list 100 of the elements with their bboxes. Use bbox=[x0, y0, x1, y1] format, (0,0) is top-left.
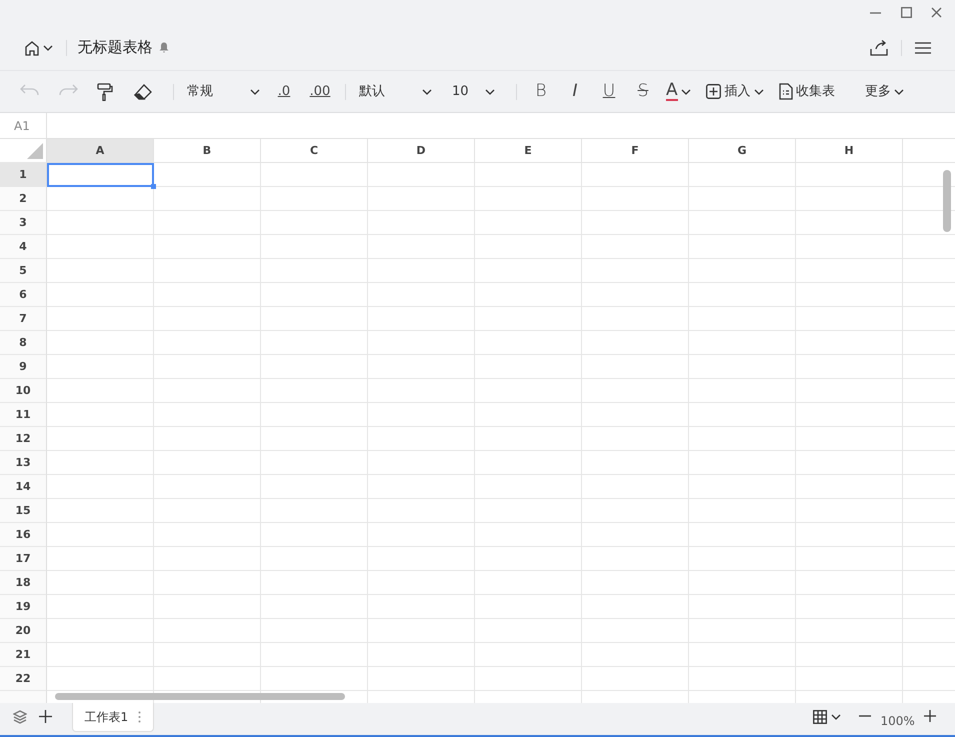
table-cell[interactable] bbox=[475, 499, 582, 523]
table-cell[interactable] bbox=[475, 475, 582, 499]
underline-button[interactable]: U bbox=[592, 83, 626, 100]
table-cell[interactable] bbox=[154, 619, 261, 643]
table-cell[interactable] bbox=[689, 499, 796, 523]
table-cell[interactable] bbox=[796, 163, 903, 187]
table-cell[interactable] bbox=[368, 475, 475, 499]
table-cell[interactable] bbox=[582, 523, 689, 547]
row-header[interactable]: 6 bbox=[0, 283, 47, 307]
table-cell[interactable] bbox=[689, 187, 796, 211]
table-cell[interactable] bbox=[689, 379, 796, 403]
table-cell[interactable] bbox=[47, 211, 154, 235]
table-cell[interactable] bbox=[154, 331, 261, 355]
table-cell[interactable] bbox=[475, 283, 582, 307]
table-cell[interactable] bbox=[796, 571, 903, 595]
table-cell[interactable] bbox=[796, 187, 903, 211]
table-cell[interactable] bbox=[261, 451, 368, 475]
table-cell[interactable] bbox=[582, 403, 689, 427]
table-cell[interactable] bbox=[368, 187, 475, 211]
table-cell[interactable] bbox=[154, 163, 261, 187]
table-cell[interactable] bbox=[154, 379, 261, 403]
table-cell[interactable] bbox=[261, 331, 368, 355]
row-header[interactable]: 4 bbox=[0, 235, 47, 259]
table-cell[interactable] bbox=[368, 523, 475, 547]
table-cell[interactable] bbox=[368, 379, 475, 403]
table-cell[interactable] bbox=[261, 211, 368, 235]
select-all-icon[interactable] bbox=[27, 143, 43, 159]
dropdown[interactable]: 常规 bbox=[181, 80, 266, 104]
table-cell[interactable] bbox=[689, 667, 796, 691]
table-cell[interactable] bbox=[154, 643, 261, 667]
table-cell[interactable] bbox=[475, 307, 582, 331]
table-cell[interactable] bbox=[475, 187, 582, 211]
table-cell[interactable] bbox=[582, 331, 689, 355]
table-cell[interactable] bbox=[368, 451, 475, 475]
table-cell[interactable] bbox=[154, 547, 261, 571]
row-header[interactable]: 11 bbox=[0, 403, 47, 427]
table-cell[interactable] bbox=[689, 523, 796, 547]
table-cell[interactable] bbox=[475, 619, 582, 643]
strikethrough-button[interactable]: S bbox=[626, 83, 660, 100]
table-cell[interactable] bbox=[796, 595, 903, 619]
table-cell[interactable] bbox=[47, 595, 154, 619]
table-cell[interactable] bbox=[475, 427, 582, 451]
table-cell[interactable] bbox=[47, 475, 154, 499]
table-cell[interactable] bbox=[475, 379, 582, 403]
table-cell[interactable] bbox=[368, 283, 475, 307]
table-cell[interactable] bbox=[47, 403, 154, 427]
table-cell[interactable] bbox=[47, 643, 154, 667]
row-header[interactable]: 15 bbox=[0, 499, 47, 523]
table-cell[interactable] bbox=[368, 619, 475, 643]
table-cell[interactable] bbox=[261, 259, 368, 283]
table-cell[interactable] bbox=[261, 403, 368, 427]
table-cell[interactable] bbox=[796, 619, 903, 643]
table-cell[interactable] bbox=[796, 667, 903, 691]
bold-button[interactable]: B bbox=[524, 83, 558, 100]
horizontal-scrollbar[interactable] bbox=[55, 693, 345, 700]
table-cell[interactable] bbox=[689, 595, 796, 619]
table-cell[interactable] bbox=[261, 307, 368, 331]
table-cell[interactable] bbox=[368, 331, 475, 355]
maximize-icon[interactable] bbox=[900, 7, 912, 18]
table-cell[interactable] bbox=[47, 283, 154, 307]
table-cell[interactable] bbox=[154, 235, 261, 259]
table-cell[interactable] bbox=[47, 427, 154, 451]
row-header[interactable]: 14 bbox=[0, 475, 47, 499]
table-cell[interactable] bbox=[47, 331, 154, 355]
table-cell[interactable] bbox=[582, 475, 689, 499]
table-cell[interactable] bbox=[475, 523, 582, 547]
table-cell[interactable] bbox=[689, 571, 796, 595]
table-cell[interactable] bbox=[582, 259, 689, 283]
table-cell[interactable] bbox=[475, 451, 582, 475]
table-cell[interactable] bbox=[368, 547, 475, 571]
row-header[interactable]: 8 bbox=[0, 331, 47, 355]
row-header[interactable]: 10 bbox=[0, 379, 47, 403]
table-cell[interactable] bbox=[796, 307, 903, 331]
table-cell[interactable] bbox=[154, 259, 261, 283]
table-cell[interactable] bbox=[261, 523, 368, 547]
column-header[interactable]: G bbox=[689, 139, 796, 163]
table-cell[interactable] bbox=[689, 355, 796, 379]
table-cell[interactable] bbox=[154, 499, 261, 523]
column-header[interactable]: C bbox=[261, 139, 368, 163]
table-cell[interactable] bbox=[47, 523, 154, 547]
table-cell[interactable] bbox=[796, 547, 903, 571]
table-cell[interactable] bbox=[154, 523, 261, 547]
table-cell[interactable] bbox=[582, 427, 689, 451]
table-cell[interactable] bbox=[154, 403, 261, 427]
table-cell[interactable] bbox=[582, 667, 689, 691]
table-cell[interactable] bbox=[154, 283, 261, 307]
table-cell[interactable] bbox=[261, 283, 368, 307]
table-cell[interactable] bbox=[689, 643, 796, 667]
table-cell[interactable] bbox=[368, 163, 475, 187]
table-cell[interactable] bbox=[47, 259, 154, 283]
table-cell[interactable] bbox=[154, 475, 261, 499]
table-cell[interactable] bbox=[261, 235, 368, 259]
table-cell[interactable] bbox=[475, 403, 582, 427]
table-cell[interactable] bbox=[47, 667, 154, 691]
table-cell[interactable] bbox=[582, 235, 689, 259]
table-cell[interactable] bbox=[582, 451, 689, 475]
table-cell[interactable] bbox=[47, 619, 154, 643]
italic-button[interactable]: I bbox=[558, 83, 592, 100]
table-cell[interactable] bbox=[582, 379, 689, 403]
table-cell[interactable] bbox=[47, 307, 154, 331]
